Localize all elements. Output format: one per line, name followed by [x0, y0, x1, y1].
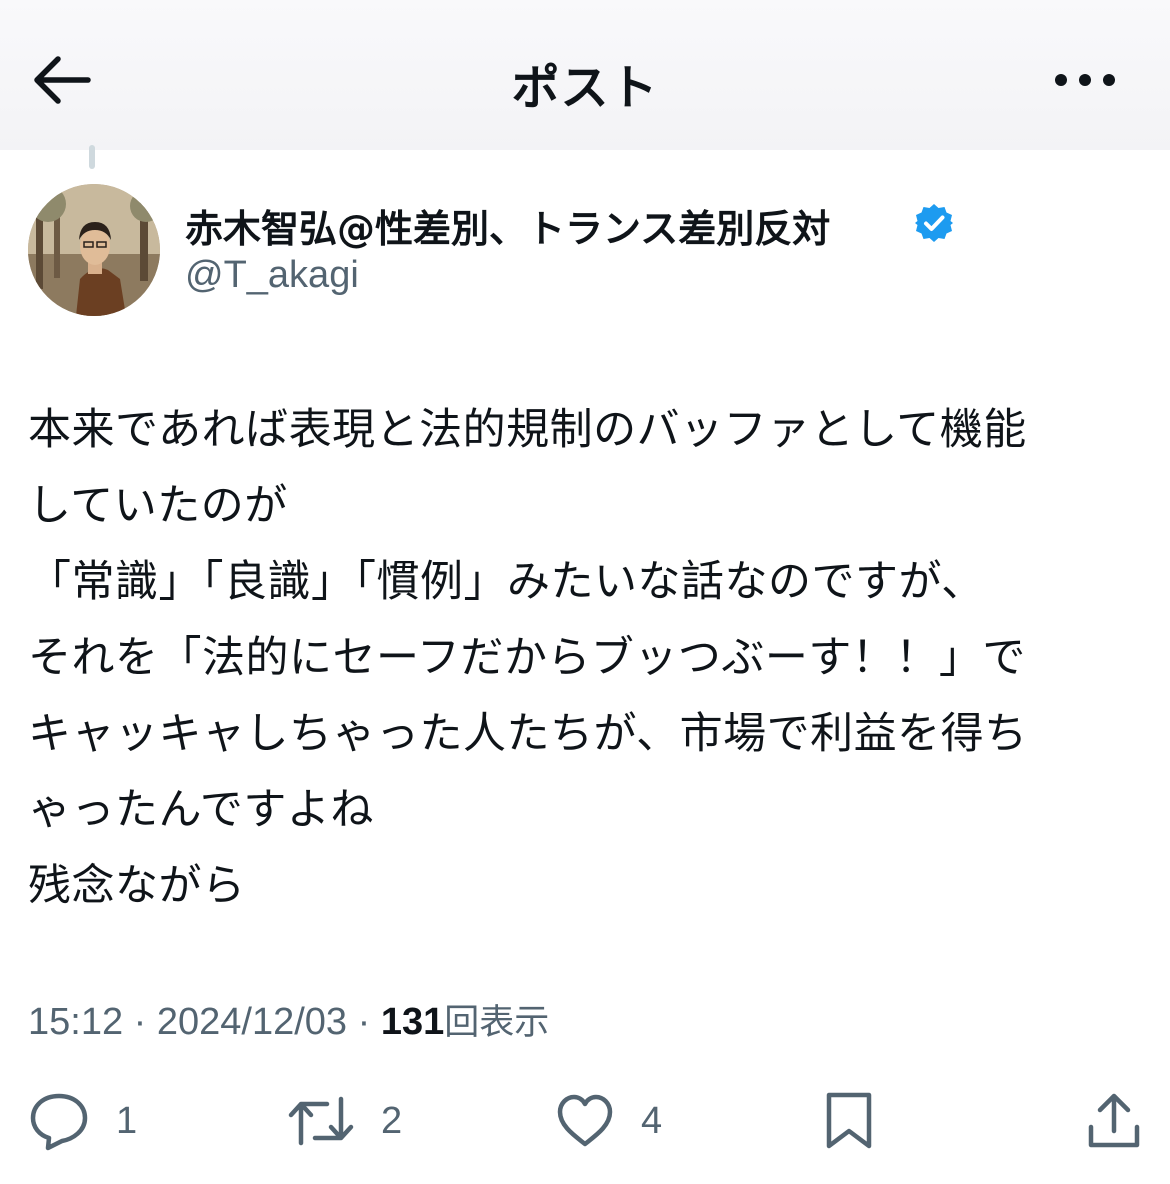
repost-icon — [288, 1096, 354, 1146]
verified-badge-icon — [915, 204, 953, 242]
bookmark-button[interactable] — [824, 1086, 874, 1156]
more-options-button[interactable] — [1050, 60, 1120, 100]
author-handle[interactable]: @T_akagi — [185, 254, 359, 297]
share-button[interactable] — [1086, 1086, 1142, 1156]
meta-separator: · — [347, 1001, 381, 1043]
repost-count: 2 — [381, 1099, 403, 1142]
like-icon — [557, 1094, 613, 1147]
bookmark-icon — [826, 1092, 872, 1149]
reply-count: 1 — [116, 1099, 138, 1142]
tweet-text-line: 「常識」「良識」「慣例」みたいな話なのですが、 — [28, 557, 985, 607]
meta-separator: · — [123, 1001, 157, 1043]
views-count[interactable]: 131 — [381, 1001, 444, 1043]
page-title: ポスト — [511, 60, 659, 116]
tweet-text-line: していたのが — [28, 481, 288, 531]
tweet-text-line: ゃったんですよね — [28, 785, 374, 835]
share-icon — [1088, 1093, 1140, 1148]
tweet-text: 本来であれば表現と法的規制のバッファとして機能 していたのが 「常識」「良識」「… — [28, 392, 1148, 924]
tweet-text-line: 本来であれば表現と法的規制のバッファとして機能 — [28, 405, 1027, 455]
top-bar: ポスト — [0, 0, 1170, 150]
author-display-name[interactable]: 赤木智弘@性差別、トランス差別反対 — [185, 198, 830, 253]
tweet-time[interactable]: 15:12 — [28, 1001, 123, 1043]
avatar-photo — [28, 184, 160, 316]
like-count: 4 — [641, 1099, 663, 1142]
more-horizontal-icon — [1055, 74, 1115, 86]
tweet-metadata: 15:12 · 2024/12/03 · 131回表示 — [28, 994, 549, 1045]
tweet-date[interactable]: 2024/12/03 — [157, 1001, 347, 1043]
tweet-text-line: 残念ながら — [28, 861, 246, 911]
action-bar: 1 2 4 — [0, 1086, 1170, 1156]
avatar[interactable] — [28, 184, 160, 316]
reply-button[interactable]: 1 — [28, 1086, 137, 1156]
repost-button[interactable]: 2 — [287, 1086, 402, 1156]
thread-connector-line — [89, 145, 95, 169]
tweet-text-line: それを「法的にセーフだからブッつぶーす！！」で — [28, 633, 1026, 683]
like-button[interactable]: 4 — [555, 1086, 662, 1156]
views-label: 回表示 — [444, 1003, 550, 1043]
reply-icon — [30, 1093, 88, 1151]
tweet-text-line: キャッキャしちゃった人たちが、市場で利益を得ち — [28, 709, 1028, 759]
